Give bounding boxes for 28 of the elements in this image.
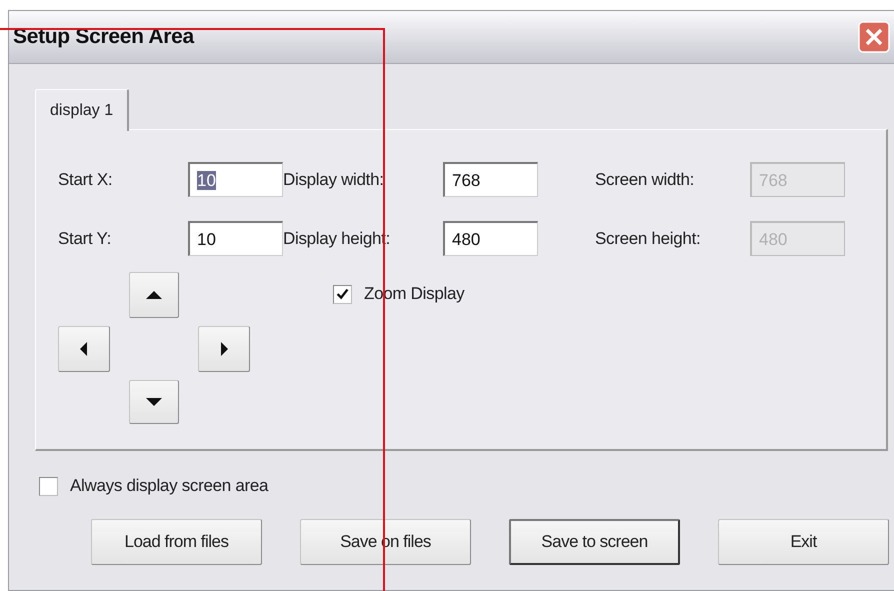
up-arrow-button[interactable]: [129, 272, 179, 318]
window-title: Setup Screen Area: [13, 25, 194, 49]
down-arrow-button[interactable]: [129, 380, 179, 424]
right-arrow-button[interactable]: [198, 326, 250, 372]
text-field[interactable]: 10: [188, 221, 283, 256]
tab[interactable]: display 1: [35, 89, 130, 131]
selected-text-highlight: 10: [197, 230, 216, 249]
field-label: Display width:: [283, 170, 385, 190]
checkbox-label: Always display screen area: [70, 476, 268, 496]
text-field[interactable]: 768: [443, 162, 538, 197]
checkbox[interactable]: [39, 476, 58, 496]
selected-text-highlight: 10: [197, 171, 216, 190]
text-field[interactable]: 480: [443, 221, 538, 256]
left-arrow-button[interactable]: [58, 326, 110, 372]
checkbox[interactable]: [333, 284, 352, 304]
field-label: Start X:: [58, 170, 114, 190]
field-label: Screen width:: [595, 170, 696, 190]
close-icon[interactable]: [858, 21, 890, 53]
dialog-button[interactable]: Load from files: [91, 519, 262, 565]
text-field[interactable]: 10: [188, 162, 283, 197]
selected-text-highlight: 768: [759, 171, 788, 190]
dialog-button[interactable]: Save to screen: [509, 519, 680, 565]
field-label: Start Y:: [58, 228, 112, 248]
selected-text-highlight: 480: [452, 230, 480, 249]
dialog-button[interactable]: Exit: [718, 519, 889, 565]
selected-text-highlight: 768: [452, 171, 480, 190]
field-label: Screen height:: [595, 228, 702, 248]
selected-text-highlight: 480: [759, 230, 788, 249]
